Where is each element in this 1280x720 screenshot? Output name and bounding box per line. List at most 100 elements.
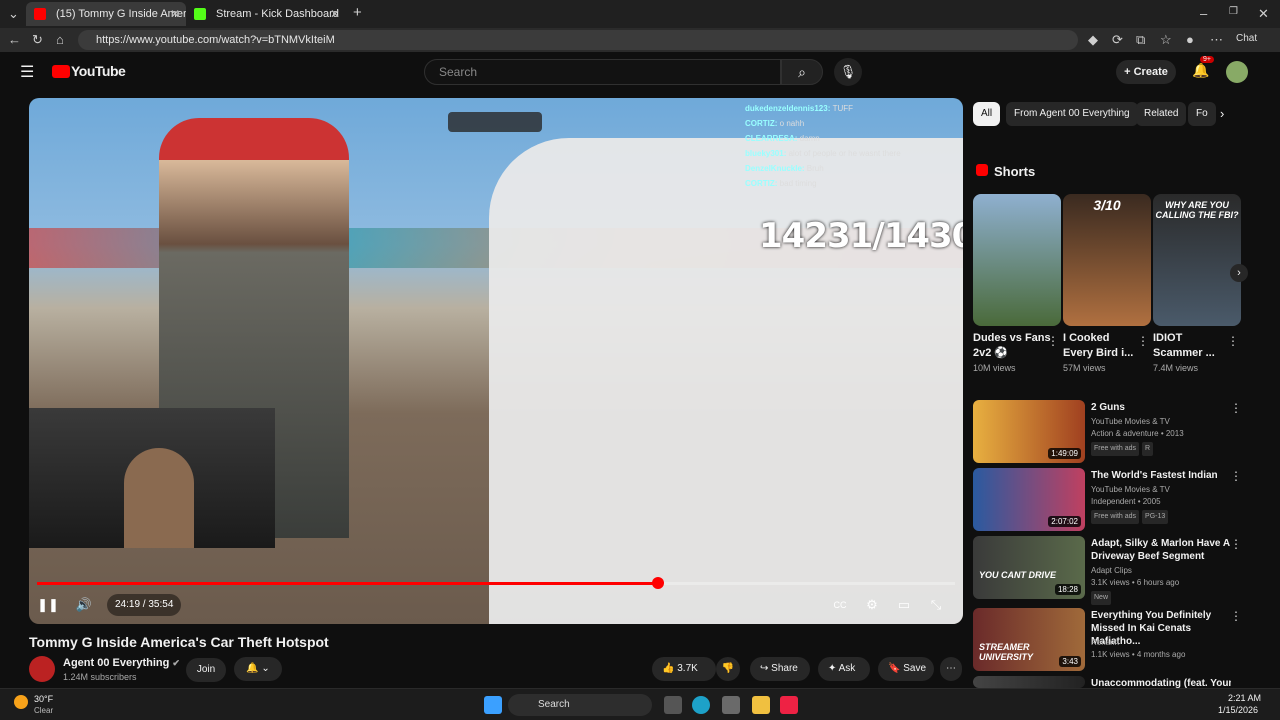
video-title[interactable]: Adapt, Silky & Marlon Have A Driveway Be…	[1091, 537, 1231, 563]
video-menu-icon[interactable]: ⋮	[1230, 609, 1242, 623]
short-thumbnail[interactable]	[973, 194, 1061, 326]
channel-name[interactable]: Agent 00 Everything ✔	[63, 657, 180, 669]
player-overlay-buttons[interactable]	[448, 112, 542, 132]
chat-username: dukedenzeldennis123:	[745, 104, 833, 113]
voice-search-button[interactable]: 🎙	[834, 58, 862, 86]
chat-username: DenzelKnuckle:	[745, 164, 807, 173]
clock-date[interactable]: 1/15/2026	[1218, 705, 1258, 715]
new-tab-icon[interactable]: +	[353, 4, 362, 21]
favorites-icon[interactable]: ☆	[1160, 32, 1172, 48]
short-title[interactable]: Dudes vs Fans 2v2 ⚽	[973, 331, 1051, 361]
restore-icon[interactable]: ❐	[1229, 6, 1238, 17]
windows-start-icon[interactable]	[484, 696, 502, 714]
short-menu-icon[interactable]: ⋮	[1137, 334, 1149, 348]
save-button[interactable]: 🔖 Save	[878, 657, 934, 681]
filter-chip[interactable]: Related	[1136, 102, 1187, 126]
clock-time[interactable]: 2:21 AM	[1228, 693, 1261, 703]
tab-kick[interactable]: Stream - Kick Dashboard ✕	[186, 2, 346, 26]
home-icon[interactable]: ⌂	[56, 32, 64, 47]
video-title[interactable]: 2 Guns	[1091, 401, 1231, 414]
video-menu-icon[interactable]: ⋮	[1230, 537, 1242, 551]
taskbar-search-label: Search	[538, 699, 570, 710]
hamburger-menu-icon[interactable]: ☰	[20, 62, 34, 82]
captions-icon[interactable]: CC	[829, 594, 851, 616]
ask-button[interactable]: ✦ Ask	[818, 657, 870, 681]
close-window-icon[interactable]: ✕	[1258, 6, 1269, 22]
dislike-button[interactable]: 👎	[716, 657, 740, 681]
account-avatar[interactable]	[1226, 61, 1248, 83]
video-thumbnail[interactable]: 2:07:02	[973, 468, 1085, 531]
tab-title: (15) Tommy G Inside America	[56, 8, 186, 20]
minimize-icon[interactable]: –	[1200, 6, 1207, 21]
video-thumbnail[interactable]: YOU CANT DRIVE 18:28	[973, 536, 1085, 599]
search-button[interactable]: ⌕	[781, 59, 823, 85]
obs-icon[interactable]	[722, 696, 740, 714]
fullscreen-icon[interactable]: ⤡	[925, 594, 947, 616]
filter-chip[interactable]: All	[973, 102, 1001, 126]
taskbar-search[interactable]: Search	[508, 694, 652, 716]
back-icon[interactable]: ←	[8, 32, 21, 47]
like-button[interactable]: 👍 3.7K	[652, 657, 716, 681]
share-button[interactable]: ↪ Share	[750, 657, 810, 681]
seek-bar[interactable]	[37, 577, 955, 589]
youtube-header: ☰ YouTube Search ⌕ 🎙 + Create 🔔 9+	[0, 52, 1280, 92]
sync-icon[interactable]: ⟳	[1112, 32, 1123, 48]
file-explorer-icon[interactable]	[752, 696, 770, 714]
player-controls: ❚❚ 🔊 24:19 / 35:54 CC ⚙ ▭ ⤡	[29, 590, 963, 620]
video-thumbnail[interactable]	[973, 676, 1085, 688]
notifications-bell-icon[interactable]: 🔔	[1192, 62, 1209, 79]
chat-username: blueky301:	[745, 149, 789, 158]
settings-gear-icon[interactable]: ⚙	[861, 594, 883, 616]
youtube-logo-text[interactable]: YouTube	[71, 63, 126, 79]
tab-menu-icon[interactable]: ⌄	[8, 6, 19, 22]
pause-icon[interactable]: ❚❚	[37, 594, 59, 616]
collections-icon[interactable]: ⧉	[1136, 32, 1145, 48]
weather-icon[interactable]	[14, 695, 28, 709]
video-badges: Free with ads PG-13	[1091, 510, 1171, 524]
streamer-figure	[124, 448, 194, 548]
chevron-right-icon[interactable]: ›	[1220, 106, 1224, 121]
shorts-next-icon[interactable]: ›	[1230, 264, 1248, 282]
short-title[interactable]: I Cooked Every Bird i...	[1063, 331, 1141, 361]
short-title[interactable]: IDIOT Scammer ...	[1153, 331, 1231, 361]
join-button[interactable]: Join	[186, 658, 226, 682]
chat-message: DenzelKnuckle: Bruh	[745, 164, 824, 173]
short-menu-icon[interactable]: ⋮	[1047, 334, 1059, 348]
short-thumbnail[interactable]: WHY ARE YOU CALLING THE FBI?	[1153, 194, 1241, 326]
short-menu-icon[interactable]: ⋮	[1227, 334, 1239, 348]
video-thumbnail[interactable]: 1:49:09	[973, 400, 1085, 463]
create-button[interactable]: + Create	[1116, 60, 1176, 84]
search-input[interactable]: Search	[424, 59, 781, 85]
video-player[interactable]: dukedenzeldennis123: TUFF CORTIZ: o nahh C…	[29, 98, 963, 624]
video-thumbnail[interactable]: STREAMER UNIVERSITY 3:43	[973, 608, 1085, 671]
task-view-icon[interactable]	[664, 696, 682, 714]
brave-icon[interactable]	[780, 696, 798, 714]
youtube-logo-icon[interactable]	[52, 65, 70, 78]
weather-temp[interactable]: 30°F	[34, 694, 53, 704]
filter-chip[interactable]: Fo	[1188, 102, 1216, 126]
close-tab-icon[interactable]: ✕	[170, 2, 180, 26]
more-icon[interactable]: ⋯	[1210, 32, 1223, 48]
miniplayer-icon[interactable]: ▭	[893, 594, 915, 616]
channel-avatar[interactable]	[29, 656, 55, 682]
close-tab-icon[interactable]: ✕	[330, 2, 340, 26]
copilot-chat-button[interactable]: Chat	[1236, 33, 1257, 44]
tab-youtube[interactable]: (15) Tommy G Inside America ✕	[26, 2, 186, 26]
volume-icon[interactable]: 🔊	[73, 594, 95, 616]
short-thumbnail[interactable]: 3/10	[1063, 194, 1151, 326]
chat-text: alot of people or he wasnt there	[788, 149, 901, 158]
edge-icon[interactable]	[692, 696, 710, 714]
profile-icon[interactable]: ●	[1186, 32, 1194, 47]
verified-icon: ✔	[172, 658, 180, 668]
url-field[interactable]: https://www.youtube.com/watch?v=bTNMVkIt…	[78, 30, 1078, 50]
subscribed-bell-button[interactable]: 🔔 ⌄	[234, 657, 282, 681]
video-menu-icon[interactable]: ⋮	[1230, 469, 1242, 483]
filter-chip[interactable]: From Agent 00 Everything	[1006, 102, 1138, 126]
short-thumbnail-text: WHY ARE YOU CALLING THE FBI?	[1155, 200, 1239, 220]
video-menu-icon[interactable]: ⋮	[1230, 401, 1242, 415]
white-truck	[489, 138, 963, 624]
extension-icon[interactable]: ◆	[1088, 32, 1098, 48]
reload-icon[interactable]: ↻	[32, 32, 43, 48]
video-title[interactable]: The World's Fastest Indian	[1091, 469, 1231, 482]
more-actions-button[interactable]: ⋯	[940, 657, 962, 681]
